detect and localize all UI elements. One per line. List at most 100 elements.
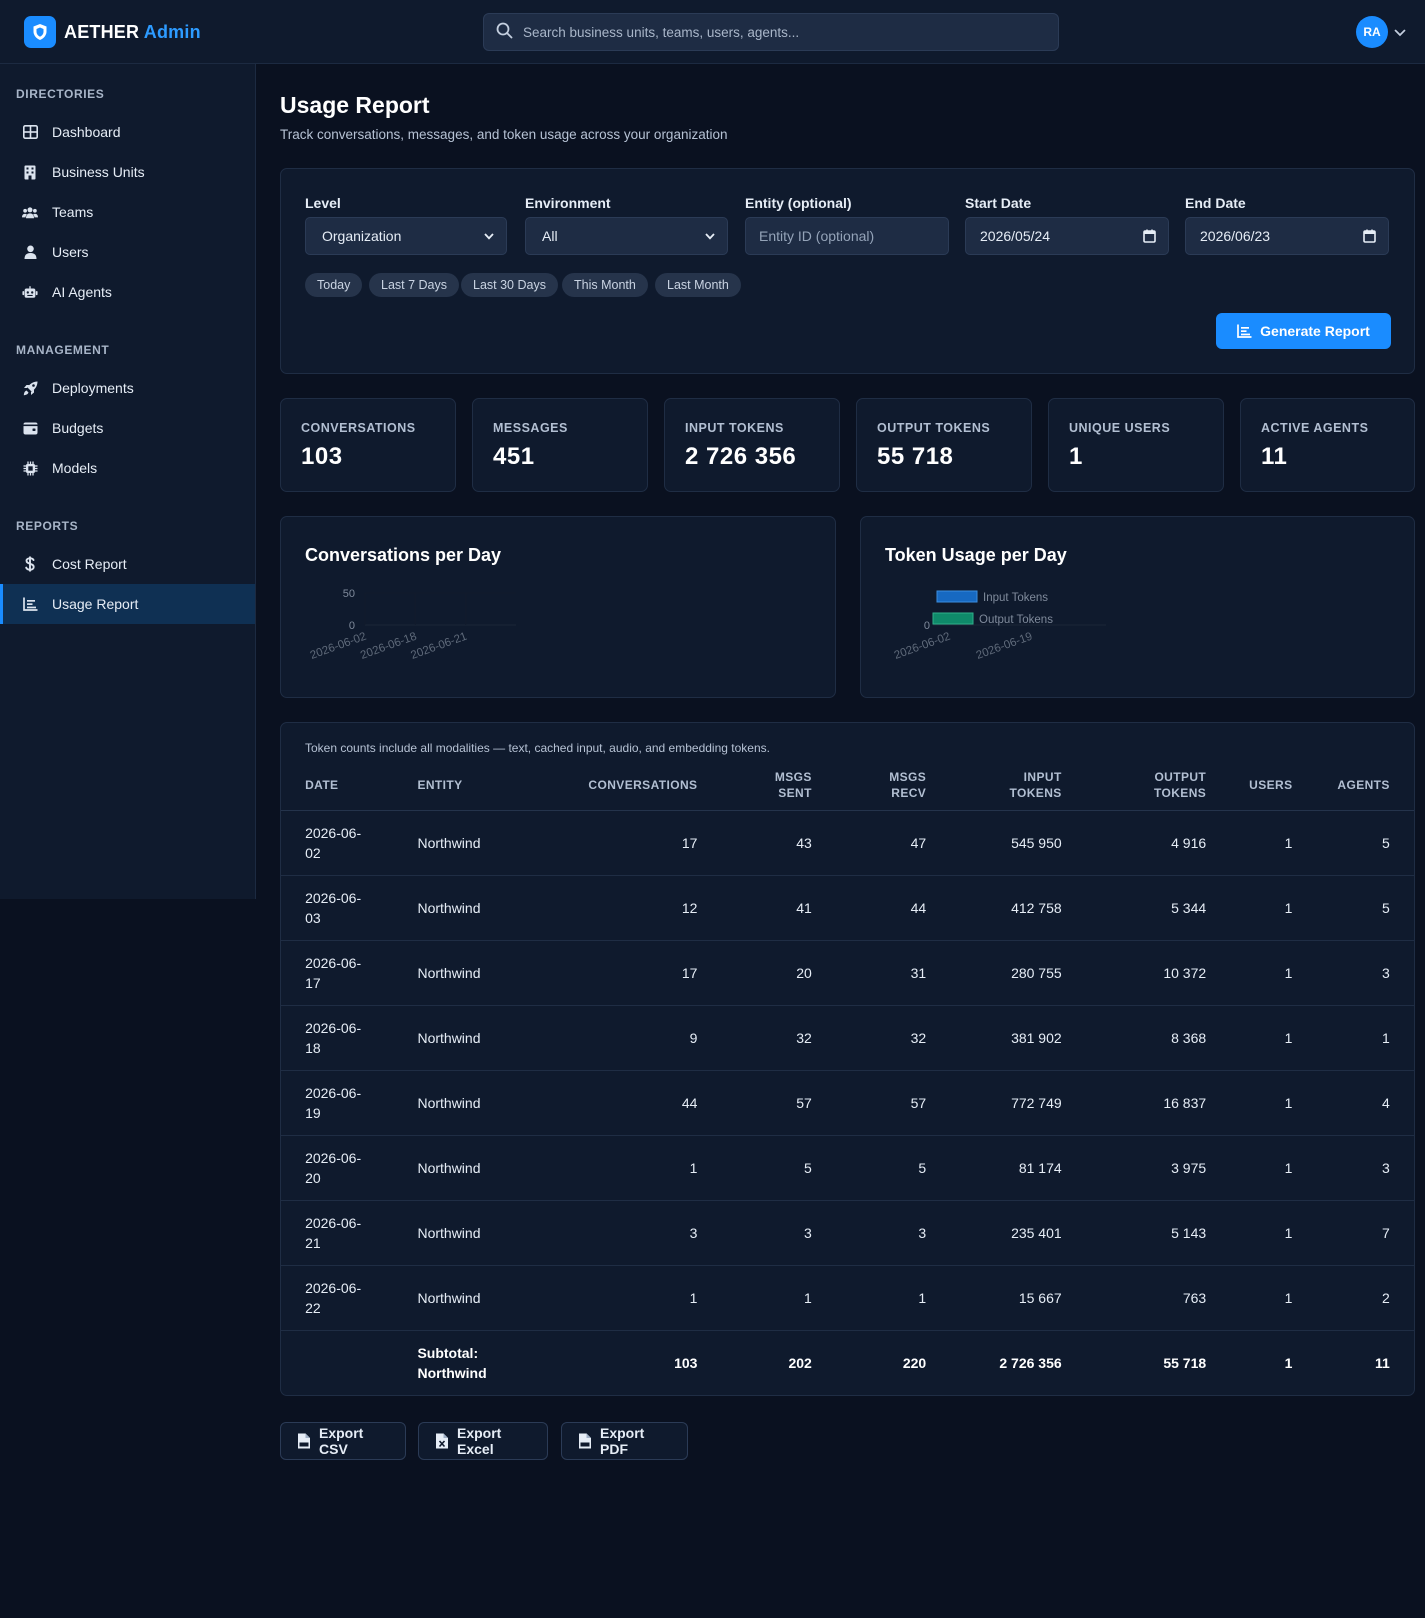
cell-entity: Northwind [417, 810, 567, 876]
level-select[interactable]: Organization [305, 217, 507, 255]
cell-conversations: 17 [566, 810, 698, 876]
col-header-conversations[interactable]: CONVERSATIONS [566, 761, 698, 811]
export-pdf-button[interactable]: Export PDF [561, 1422, 688, 1460]
sidebar-item-teams[interactable]: Teams [0, 192, 255, 232]
sidebar-item-deployments[interactable]: Deployments [0, 368, 255, 408]
environment-select[interactable]: All [525, 217, 728, 255]
usage-table-card: Token counts include all modalities — te… [280, 722, 1415, 1396]
preset-today-chip[interactable]: Today [305, 273, 363, 297]
end-date-input[interactable]: 2026/06/23 [1185, 217, 1389, 255]
calendar-icon[interactable] [1363, 229, 1376, 243]
cell-entity: Subtotal: Northwind [417, 1344, 487, 1381]
col-header-msgs-sent[interactable]: MSGS SENT [697, 761, 812, 811]
table-row: 2026-06-17 Northwind 17 20 31 280 755 10 372 1 3 [281, 940, 1414, 1006]
sidebar-item-usage-report[interactable]: Usage Report [0, 584, 255, 624]
table-row: 2026-06-20 Northwind 1 5 5 81 174 3 975 1 3 [281, 1135, 1414, 1201]
brand[interactable]: AETHER Admin [24, 16, 201, 48]
cell-output-tokens: 5 143 [1061, 1200, 1207, 1266]
cell-output-tokens: 3 975 [1061, 1135, 1207, 1201]
x-tick-label: 2026-06-19 [975, 631, 1034, 662]
export-excel-label: Export Excel [457, 1425, 502, 1457]
cell-input-tokens: 381 902 [926, 1005, 1062, 1071]
col-header-agents[interactable]: AGENTS [1292, 761, 1390, 811]
col-header-line: TOKENS [1153, 786, 1207, 801]
sidebar-item-budgets[interactable]: Budgets [0, 408, 255, 448]
page-title: Usage Report [280, 92, 430, 118]
cell-agents: 2 [1292, 1265, 1390, 1331]
preset-last-month-chip[interactable]: Last Month [655, 273, 741, 297]
col-header-msgs-recv[interactable]: MSGS RECV [811, 761, 927, 811]
stat-value: 55 718 [877, 443, 954, 470]
chart-icon [1237, 324, 1252, 338]
col-header-output-tokens[interactable]: OUTPUT TOKENS [1061, 761, 1207, 811]
sidebar-item-models[interactable]: Models [0, 448, 255, 488]
col-header-users[interactable]: USERS [1206, 761, 1293, 811]
cell-msgs-recv: 1 [811, 1265, 927, 1331]
sidebar-item-dashboard[interactable]: Dashboard [0, 112, 255, 152]
legend-swatch-output-tokens [932, 612, 974, 625]
entity-label: Entity (optional) [745, 195, 852, 211]
col-header-line: MSGS [889, 770, 927, 785]
cell-output-tokens: 5 344 [1061, 875, 1207, 941]
export-pdf-label: Export PDF [600, 1425, 645, 1457]
sidebar-section-reports: REPORTS [16, 519, 79, 533]
sidebar-item-cost-report[interactable]: Cost Report [0, 544, 255, 584]
sidebar-item-label: Dashboard [52, 124, 121, 140]
start-date-input[interactable]: 2026/05/24 [965, 217, 1169, 255]
chevron-down-icon [705, 232, 715, 240]
wallet-icon [22, 420, 38, 436]
col-header-input-tokens[interactable]: INPUT TOKENS [926, 761, 1062, 811]
stat-label: MESSAGES [493, 421, 568, 435]
user-avatar[interactable]: RA [1356, 16, 1388, 48]
cell-date: 2026-06-02 [305, 810, 397, 876]
calendar-icon[interactable] [1143, 229, 1156, 243]
preset-this-month-chip[interactable]: This Month [562, 273, 648, 297]
export-excel-button[interactable]: Export Excel [418, 1422, 548, 1460]
brand-name-accent: Admin [143, 21, 201, 42]
cell-agents: 1 [1292, 1005, 1390, 1071]
table-row: 2026-06-02 Northwind 17 43 47 545 950 4 916 1 5 [281, 810, 1414, 876]
shield-logo-icon [24, 16, 56, 48]
cell-users: 1 [1206, 1135, 1293, 1201]
cell-agents: 4 [1292, 1070, 1390, 1136]
search-input[interactable] [523, 24, 1023, 40]
sidebar-section-directories: DIRECTORIES [16, 87, 105, 101]
cell-msgs-sent: 1 [697, 1265, 812, 1331]
cell-output-tokens: 8 368 [1061, 1005, 1207, 1071]
usage-table: DATE ENTITY CONVERSATIONS MSGS SENT MSGS R… [281, 761, 1414, 1395]
preset-last-30-days-chip[interactable]: Last 30 Days [461, 273, 558, 297]
cell-msgs-recv: 57 [811, 1070, 927, 1136]
file-csv-icon [297, 1433, 311, 1449]
stat-label: CONVERSATIONS [301, 421, 416, 435]
stat-card-conversations: CONVERSATIONS 103 [280, 398, 456, 492]
entity-input[interactable]: Entity ID (optional) [745, 217, 949, 255]
cell-conversations: 44 [566, 1070, 698, 1136]
sidebar-item-ai-agents[interactable]: AI Agents [0, 272, 255, 312]
cell-input-tokens: 412 758 [926, 875, 1062, 941]
generate-report-button[interactable]: Generate Report [1216, 313, 1391, 349]
col-header-date[interactable]: DATE [305, 761, 397, 811]
preset-last-7-days-chip[interactable]: Last 7 Days [369, 273, 460, 297]
cell-conversations: 103 [674, 1354, 698, 1371]
sidebar-item-business-units[interactable]: Business Units [0, 152, 255, 192]
stat-label: OUTPUT TOKENS [877, 421, 991, 435]
y-tick-label: 0 [349, 620, 355, 632]
conversations-chart: 50 02026-06-022026-06-182026-06-21 [309, 588, 516, 662]
token-usage-chart: 0 Input Tokens Output Tokens 2026-06-02 2026… [893, 590, 1106, 662]
col-header-entity[interactable]: ENTITY [417, 761, 567, 811]
dollar-icon [22, 556, 38, 572]
cell-input-tokens: 545 950 [926, 810, 1062, 876]
export-csv-button[interactable]: Export CSV [280, 1422, 406, 1460]
sidebar-item-label: Users [52, 244, 89, 260]
chevron-down-icon[interactable] [1394, 24, 1406, 40]
level-label: Level [305, 195, 341, 211]
col-header-line: RECV [891, 786, 927, 801]
global-search[interactable] [483, 13, 1059, 51]
y-tick-label: 50 [343, 588, 355, 600]
page-subtitle: Track conversations, messages, and token… [280, 127, 728, 142]
cell-entity: Northwind [417, 1005, 567, 1071]
sidebar-item-users[interactable]: Users [0, 232, 255, 272]
cell-date: 2026-06-03 [305, 875, 397, 941]
sidebar-item-label: Deployments [52, 380, 134, 396]
cell-users: 1 [1206, 1005, 1293, 1071]
